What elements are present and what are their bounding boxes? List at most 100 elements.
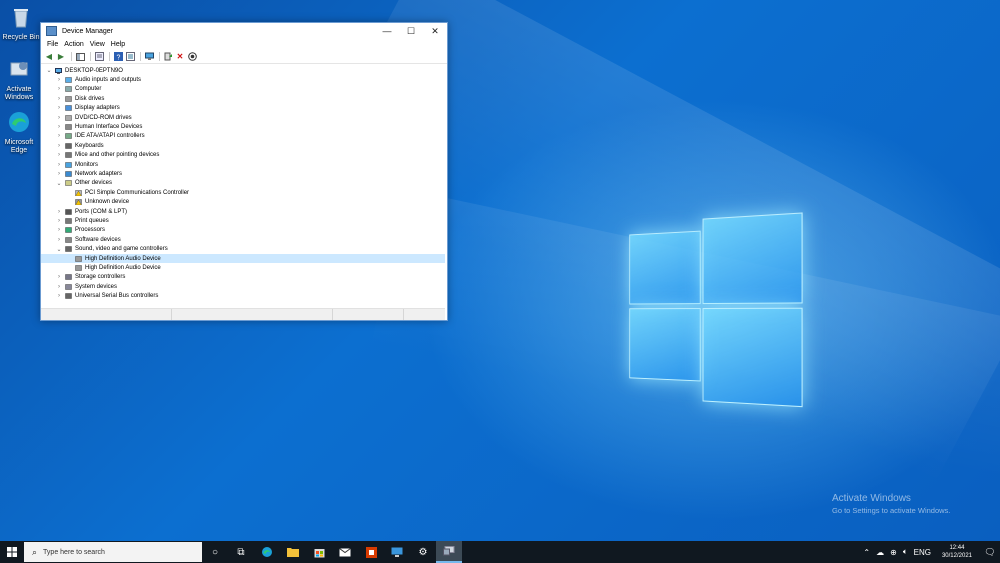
maximize-button[interactable]: ☐	[399, 23, 423, 39]
tree-device-item[interactable]: PCI Simple Communications Controller	[41, 188, 445, 197]
expand-chevron-icon[interactable]: ›	[55, 274, 63, 280]
taskbar-remote-desktop[interactable]	[384, 541, 410, 563]
expand-chevron-icon[interactable]: ›	[55, 133, 63, 139]
toolbar-separator	[71, 52, 72, 61]
expand-chevron-icon[interactable]: ›	[55, 284, 63, 290]
title-bar[interactable]: Device Manager — ☐ ✕	[41, 23, 447, 39]
taskbar: ⌕ Type here to search ○ ⧉ ⚙ ⌃ ☁ ⊕ 🔈︎ ENG…	[0, 541, 1000, 563]
taskbar-edge[interactable]	[254, 541, 280, 563]
minimize-button[interactable]: —	[375, 23, 399, 39]
show-hidden-icons-chevron-icon[interactable]: ⌃	[863, 548, 870, 557]
tree-category-item[interactable]: › Mice and other pointing devices	[41, 151, 445, 160]
collapse-chevron-icon[interactable]: ⌄	[45, 67, 53, 74]
expand-chevron-icon[interactable]: ›	[55, 77, 63, 83]
tree-category-item[interactable]: › Software devices	[41, 235, 445, 244]
tree-category-item[interactable]: › Network adapters	[41, 169, 445, 178]
cortana-button[interactable]: ○	[202, 541, 228, 563]
expand-chevron-icon[interactable]: ›	[55, 209, 63, 215]
taskbar-device-manager[interactable]	[436, 541, 462, 563]
menu-view[interactable]: View	[90, 41, 105, 48]
device-manager-window[interactable]: Device Manager — ☐ ✕ File Action View He…	[40, 22, 448, 321]
start-button[interactable]	[0, 541, 24, 563]
tree-category-item[interactable]: › Monitors	[41, 160, 445, 169]
show-hide-console-tree-icon[interactable]	[75, 52, 85, 61]
update-driver-icon[interactable]	[163, 52, 173, 61]
scan-hardware-icon[interactable]	[144, 52, 154, 61]
tree-category-item[interactable]: › Human Interface Devices	[41, 122, 445, 131]
desktop-icon-microsoft-edge[interactable]: Microsoft Edge	[0, 110, 38, 155]
help-icon[interactable]: ?	[113, 52, 123, 61]
expand-chevron-icon[interactable]: ›	[55, 227, 63, 233]
expand-chevron-icon[interactable]: ›	[55, 86, 63, 92]
task-view-button[interactable]: ⧉	[228, 541, 254, 563]
tree-category-item[interactable]: › Computer	[41, 85, 445, 94]
window-title: Device Manager	[62, 27, 113, 35]
search-icon: ⌕	[32, 546, 38, 557]
desktop-icon-activate-windows[interactable]: Activate Windows	[0, 57, 38, 102]
disable-device-icon[interactable]	[187, 52, 197, 61]
tree-device-item[interactable]: Unknown device	[41, 197, 445, 206]
tree-category-item[interactable]: › Keyboards	[41, 141, 445, 150]
tree-category-item[interactable]: › System devices	[41, 282, 445, 291]
expand-chevron-icon[interactable]: ›	[55, 237, 63, 243]
tree-root[interactable]: ⌄ DESKTOP-0EPTN9O	[41, 66, 445, 75]
expand-chevron-icon[interactable]: ›	[55, 171, 63, 177]
uninstall-device-icon[interactable]: ✕	[175, 52, 185, 61]
tree-category-item[interactable]: › Processors	[41, 226, 445, 235]
menu-file[interactable]: File	[47, 41, 58, 48]
collapse-chevron-icon[interactable]: ⌄	[55, 180, 63, 187]
expand-chevron-icon[interactable]: ›	[55, 124, 63, 130]
taskbar-store[interactable]	[306, 541, 332, 563]
network-icon[interactable]: ⊕	[890, 548, 897, 557]
tree-item-label: Monitors	[75, 161, 99, 168]
store-icon	[314, 548, 324, 557]
tree-category-item[interactable]: › Disk drives	[41, 94, 445, 103]
taskbar-search-box[interactable]: ⌕ Type here to search	[24, 542, 202, 562]
tree-device-item[interactable]: High Definition Audio Device	[41, 263, 445, 272]
desktop-icon-recycle-bin[interactable]: Recycle Bin	[2, 5, 40, 42]
expand-chevron-icon[interactable]: ›	[55, 96, 63, 102]
close-button[interactable]: ✕	[423, 23, 447, 39]
onedrive-cloud-icon[interactable]: ☁	[876, 548, 884, 557]
clock[interactable]: 12:44 30/12/2021	[942, 544, 972, 560]
tree-category-item[interactable]: › Universal Serial Bus controllers	[41, 291, 445, 300]
tree-category-item[interactable]: › IDE ATA/ATAPI controllers	[41, 132, 445, 141]
taskbar-mail[interactable]	[332, 541, 358, 563]
tree-category-item[interactable]: › Print queues	[41, 216, 445, 225]
menu-help[interactable]: Help	[111, 41, 125, 48]
watermark-subtitle: Go to Settings to activate Windows.	[832, 506, 951, 515]
menu-action[interactable]: Action	[64, 41, 83, 48]
tree-category-item[interactable]: ⌄ Other devices	[41, 179, 445, 188]
expand-chevron-icon[interactable]: ›	[55, 293, 63, 299]
view-icon[interactable]	[125, 52, 135, 61]
action-center-button[interactable]: 🗨︎	[980, 541, 1000, 563]
volume-icon[interactable]: 🔈︎	[903, 547, 908, 557]
tree-item-label: Unknown device	[85, 199, 130, 206]
properties-icon[interactable]	[94, 52, 104, 61]
language-indicator[interactable]: ENG	[914, 548, 931, 557]
collapse-chevron-icon[interactable]: ⌄	[55, 246, 63, 253]
tree-device-item[interactable]: High Definition Audio Device	[41, 253, 445, 264]
taskbar-settings[interactable]: ⚙	[410, 541, 436, 563]
tree-category-item[interactable]: › Storage controllers	[41, 273, 445, 282]
tree-category-item[interactable]: › Audio inputs and outputs	[41, 75, 445, 84]
tree-category-item[interactable]: › Display adapters	[41, 104, 445, 113]
expand-chevron-icon[interactable]: ›	[55, 143, 63, 149]
tree-category-item[interactable]: › Ports (COM & LPT)	[41, 207, 445, 216]
tree-category-item[interactable]: ⌄ Sound, video and game controllers	[41, 244, 445, 253]
device-category-icon	[65, 124, 72, 130]
expand-chevron-icon[interactable]: ›	[55, 218, 63, 224]
back-arrow-icon[interactable]: ◀	[44, 52, 54, 61]
expand-chevron-icon[interactable]: ›	[55, 152, 63, 158]
tree-item-label: System devices	[75, 283, 118, 290]
clock-date: 30/12/2021	[941, 553, 972, 559]
expand-chevron-icon[interactable]: ›	[55, 162, 63, 168]
taskbar-file-explorer[interactable]	[280, 541, 306, 563]
expand-chevron-icon[interactable]: ›	[55, 115, 63, 121]
forward-arrow-icon[interactable]: ▶	[56, 52, 66, 61]
tree-category-item[interactable]: › DVD/CD-ROM drives	[41, 113, 445, 122]
taskbar-office[interactable]	[358, 541, 384, 563]
expand-chevron-icon[interactable]: ›	[55, 105, 63, 111]
tree-item-label: Human Interface Devices	[75, 124, 143, 131]
device-tree[interactable]: ⌄ DESKTOP-0EPTN9O › Audio inputs and outp…	[41, 65, 445, 307]
